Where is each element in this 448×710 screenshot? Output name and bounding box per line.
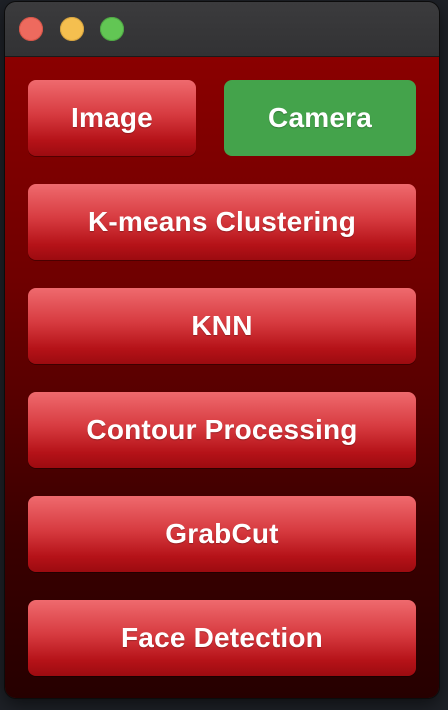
kmeans-clustering-button[interactable]: K-means Clustering: [28, 184, 416, 260]
close-icon[interactable]: [19, 17, 43, 41]
title-bar[interactable]: [5, 2, 439, 57]
main-panel: Image Camera K-means Clustering KNN Cont…: [5, 57, 439, 698]
app-window: Image Camera K-means Clustering KNN Cont…: [5, 2, 439, 698]
grabcut-button[interactable]: GrabCut: [28, 496, 416, 572]
maximize-icon[interactable]: [100, 17, 124, 41]
face-detection-button[interactable]: Face Detection: [28, 600, 416, 676]
knn-button[interactable]: KNN: [28, 288, 416, 364]
minimize-icon[interactable]: [60, 17, 84, 41]
image-button[interactable]: Image: [28, 80, 196, 156]
camera-button[interactable]: Camera: [224, 80, 416, 156]
contour-processing-button[interactable]: Contour Processing: [28, 392, 416, 468]
